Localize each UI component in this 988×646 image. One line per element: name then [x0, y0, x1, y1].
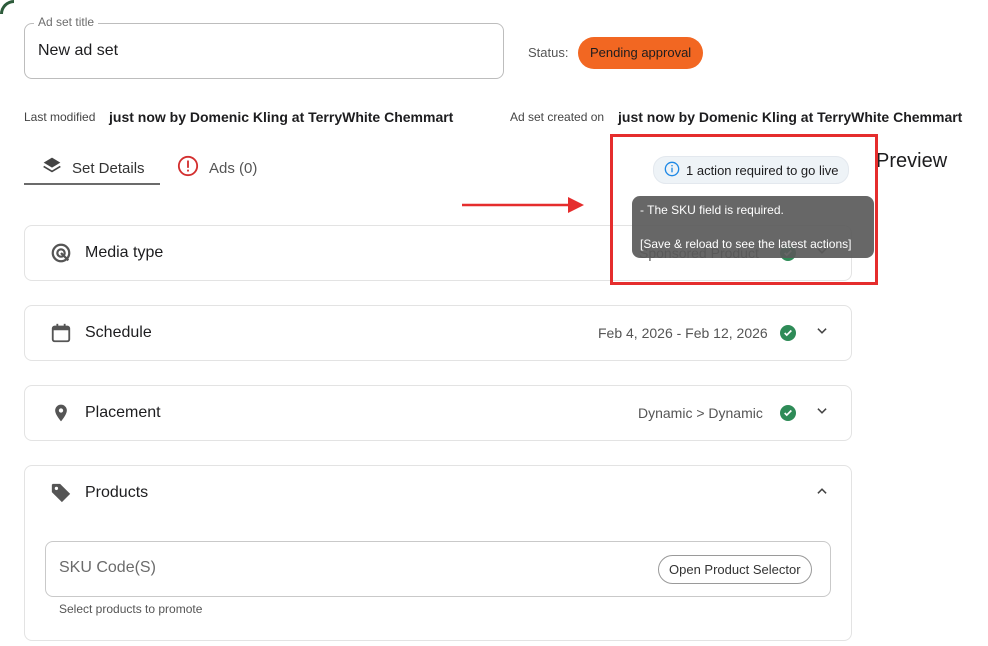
sku-code-placeholder: SKU Code(S): [59, 559, 156, 576]
check-circle-icon: [780, 405, 796, 421]
placement-summary: Dynamic > Dynamic: [638, 405, 763, 421]
tab-set-details-label: Set Details: [72, 159, 145, 177]
open-product-selector-button[interactable]: Open Product Selector: [658, 555, 812, 584]
chevron-down-icon[interactable]: [815, 324, 829, 341]
check-circle-icon: [780, 325, 796, 341]
created-on-value: just now by Domenic Kling at TerryWhite …: [618, 109, 963, 125]
schedule-summary: Feb 4, 2026 - Feb 12, 2026: [598, 325, 768, 341]
chevron-up-icon[interactable]: [815, 484, 829, 501]
schedule-title: Schedule: [85, 324, 152, 341]
red-highlight-box: [610, 134, 878, 285]
tab-set-details[interactable]: Set Details: [42, 150, 145, 186]
preview-heading: Preview: [876, 150, 948, 172]
status-label: Status:: [528, 45, 569, 60]
created-on-label: Ad set created on: [510, 110, 605, 124]
alert-circle-icon: [177, 155, 199, 181]
section-schedule[interactable]: Schedule Feb 4, 2026 - Feb 12, 2026: [24, 305, 852, 361]
chevron-down-icon[interactable]: [815, 404, 829, 421]
last-modified-label: Last modified: [24, 110, 96, 124]
tag-icon: [50, 482, 72, 509]
ad-set-title-value[interactable]: New ad set: [38, 42, 118, 60]
tab-ads[interactable]: Ads (0): [177, 150, 257, 186]
location-pin-icon: [51, 402, 71, 429]
media-type-title: Media type: [85, 244, 164, 261]
ad-set-title-legend: Ad set title: [34, 15, 99, 29]
calendar-icon: [50, 322, 72, 349]
red-arrow-annotation: [462, 194, 586, 221]
last-modified-value: just now by Domenic Kling at TerryWhite …: [109, 109, 454, 125]
window-corner: [0, 0, 14, 14]
status-badge: Pending approval: [578, 37, 704, 69]
active-tab-indicator: [24, 183, 160, 185]
layers-icon: [42, 156, 62, 180]
section-placement[interactable]: Placement Dynamic > Dynamic: [24, 385, 852, 441]
sku-helper-text: Select products to promote: [59, 602, 203, 616]
placement-title: Placement: [85, 404, 161, 421]
target-icon: [50, 242, 72, 269]
tab-ads-label: Ads (0): [209, 159, 258, 177]
products-title: Products: [85, 484, 149, 501]
